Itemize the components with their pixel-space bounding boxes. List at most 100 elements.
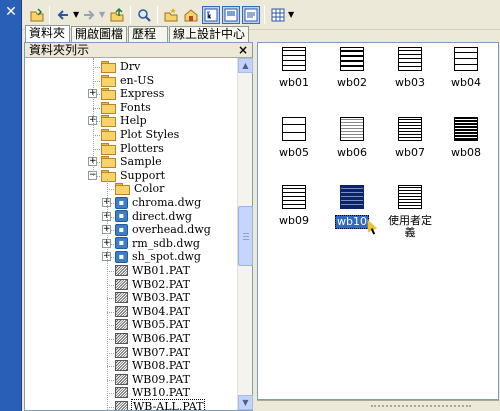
hatch-pattern-item[interactable]: wb08	[444, 117, 488, 159]
tree-item-wb06-pat[interactable]: WB06.PAT	[115, 332, 191, 345]
scroll-up-icon[interactable]: ▲	[238, 58, 253, 73]
hatch-pattern-file-icon	[115, 401, 128, 410]
tree-item-label: WB08.PAT	[132, 359, 190, 373]
tree-item-chroma-dwg[interactable]: ▪ chroma.dwg	[115, 196, 202, 209]
tree-item-support[interactable]: Support	[101, 169, 166, 182]
tree-item-overhead-dwg[interactable]: ▪ overhead.dwg	[115, 223, 212, 236]
tree-scrollbar[interactable]: ▲ ▼	[237, 58, 253, 410]
tree-item-wb-all-pat[interactable]: WB-ALL.PAT	[115, 399, 206, 410]
tree-item-fonts[interactable]: Fonts	[101, 101, 152, 114]
hatch-pattern-item[interactable]: wb02	[330, 47, 374, 89]
tree-item-label: WB06.PAT	[132, 332, 190, 345]
folder-tree[interactable]: Drv en-US Express + Fonts Help + Plot Styles Plo…	[25, 58, 237, 410]
load-icon[interactable]	[28, 6, 46, 24]
favorites-icon[interactable]	[162, 6, 180, 24]
folder-tree-pane: 資料夾列示 × Drv en-US Express + Fonts Help + Plot S…	[24, 42, 253, 411]
hatch-pattern-label: wb08	[451, 146, 481, 159]
tree-item-label: sh_spot.dwg	[132, 250, 201, 264]
description-icon[interactable]	[242, 6, 260, 24]
hatch-pattern-label: wb09	[279, 214, 309, 227]
tab-open-drawings[interactable]: 開啟圖檔	[71, 26, 127, 42]
tree-item-color[interactable]: Color	[115, 182, 165, 196]
forward-icon[interactable]	[80, 6, 98, 24]
folder-list-title: 資料夾列示	[29, 43, 90, 57]
tree-item-plot-styles[interactable]: Plot Styles	[101, 128, 180, 141]
up-icon[interactable]	[108, 6, 126, 24]
search-icon[interactable]	[135, 6, 153, 24]
hatch-pattern-file-icon	[115, 305, 128, 317]
tree-item-drv[interactable]: Drv	[101, 60, 141, 73]
tree-item-label: Plot Styles	[120, 128, 180, 141]
tree-item-label: WB03.PAT	[132, 291, 190, 305]
tree-item-wb02-pat[interactable]: WB02.PAT	[115, 278, 191, 291]
hatch-pattern-thumbnail	[282, 47, 306, 71]
tree-item-en-us[interactable]: en-US	[101, 74, 155, 87]
tree-item-wb05-pat[interactable]: WB05.PAT	[115, 318, 191, 331]
tree-item-wb08-pat[interactable]: WB08.PAT	[115, 359, 191, 372]
hatch-pattern-item[interactable]: wb01	[272, 47, 316, 89]
tree-item-rm-sdb-dwg[interactable]: ▪ rm_sdb.dwg	[115, 237, 201, 250]
views-dropdown-icon[interactable]: ▼	[288, 10, 294, 19]
tab-history[interactable]: 歷程	[128, 26, 168, 42]
preview-icon[interactable]	[222, 6, 240, 24]
tab-online-design-center[interactable]: 線上設計中心	[169, 26, 249, 42]
hatch-pattern-file-icon	[115, 346, 128, 358]
back-icon[interactable]	[54, 6, 72, 24]
views-icon[interactable]	[269, 6, 287, 24]
folder-icon	[101, 115, 116, 128]
tree-item-wb04-pat[interactable]: WB04.PAT	[115, 305, 191, 318]
hatch-pattern-item[interactable]: wb04	[444, 47, 488, 89]
hatch-pattern-item[interactable]: wb09	[272, 185, 316, 227]
hatch-pattern-item[interactable]: wb06	[330, 117, 374, 159]
hatch-pattern-file-icon	[115, 278, 128, 290]
preview-splitter[interactable]	[257, 400, 499, 411]
hatch-pattern-file-icon	[115, 265, 128, 276]
hatch-pattern-thumbnail	[282, 185, 306, 209]
tree-item-help[interactable]: Help	[101, 114, 148, 128]
hatch-pattern-item[interactable]: 使用者定義	[388, 185, 432, 239]
hatch-pattern-item[interactable]: wb05	[272, 117, 316, 159]
tree-item-wb09-pat[interactable]: WB09.PAT	[115, 373, 191, 386]
tree-item-wb01-pat[interactable]: WB01.PAT	[115, 264, 191, 277]
tree-item-direct-dwg[interactable]: ▪ direct.dwg	[115, 210, 193, 223]
tree-item-label: WB-ALL.PAT	[131, 399, 206, 410]
folder-icon	[101, 101, 116, 114]
tree-toggle-icon[interactable]	[202, 6, 220, 24]
folder-icon	[101, 142, 116, 155]
tree-item-wb07-pat[interactable]: WB07.PAT	[115, 346, 191, 359]
hatch-pattern-file-icon	[115, 360, 128, 372]
tree-item-label: chroma.dwg	[132, 196, 202, 209]
tree-item-wb10-pat[interactable]: WB10.PAT	[115, 386, 191, 399]
folder-icon	[101, 156, 116, 169]
close-palette-icon[interactable]: ✕	[3, 4, 19, 20]
tree-item-express[interactable]: Express	[101, 87, 165, 101]
folder-icon	[101, 88, 116, 101]
hatch-pattern-item[interactable]: wb03	[388, 47, 432, 89]
scroll-down-icon[interactable]: ▼	[238, 395, 253, 410]
drawing-file-icon: ▪	[115, 250, 128, 263]
close-folder-list-icon[interactable]: ×	[238, 43, 248, 58]
hatch-pattern-item[interactable]: wb07	[388, 117, 432, 159]
palette-title-bar[interactable]: ✕	[0, 0, 22, 411]
tree-item-label: WB07.PAT	[132, 345, 190, 359]
tree-item-sample[interactable]: Sample	[101, 155, 163, 169]
back-dropdown-icon[interactable]: ▼	[73, 10, 79, 19]
tree-item-sh-spot-dwg[interactable]: ▪ sh_spot.dwg	[115, 250, 202, 263]
home-icon[interactable]	[182, 6, 200, 24]
scroll-thumb[interactable]	[238, 206, 253, 266]
drawing-file-icon: ▪	[115, 223, 128, 236]
forward-dropdown-icon[interactable]: ▼	[99, 10, 105, 19]
hatch-pattern-thumbnail	[454, 47, 478, 71]
folder-icon	[101, 129, 116, 141]
tree-item-label: Sample	[120, 155, 162, 169]
hatch-pattern-label: wb05	[279, 146, 309, 159]
folder-icon	[101, 61, 116, 73]
hatch-pattern-file-icon	[115, 319, 128, 331]
folder-list-header: 資料夾列示 ×	[25, 43, 252, 58]
hatch-pattern-label: wb06	[337, 146, 367, 159]
hatch-pattern-thumbnail	[398, 47, 422, 71]
tree-item-wb03-pat[interactable]: WB03.PAT	[115, 291, 191, 304]
tab-folders[interactable]: 資料夾	[25, 25, 70, 42]
tree-item-plotters[interactable]: Plotters	[101, 142, 165, 155]
tree-item-label: Fonts	[120, 100, 151, 114]
